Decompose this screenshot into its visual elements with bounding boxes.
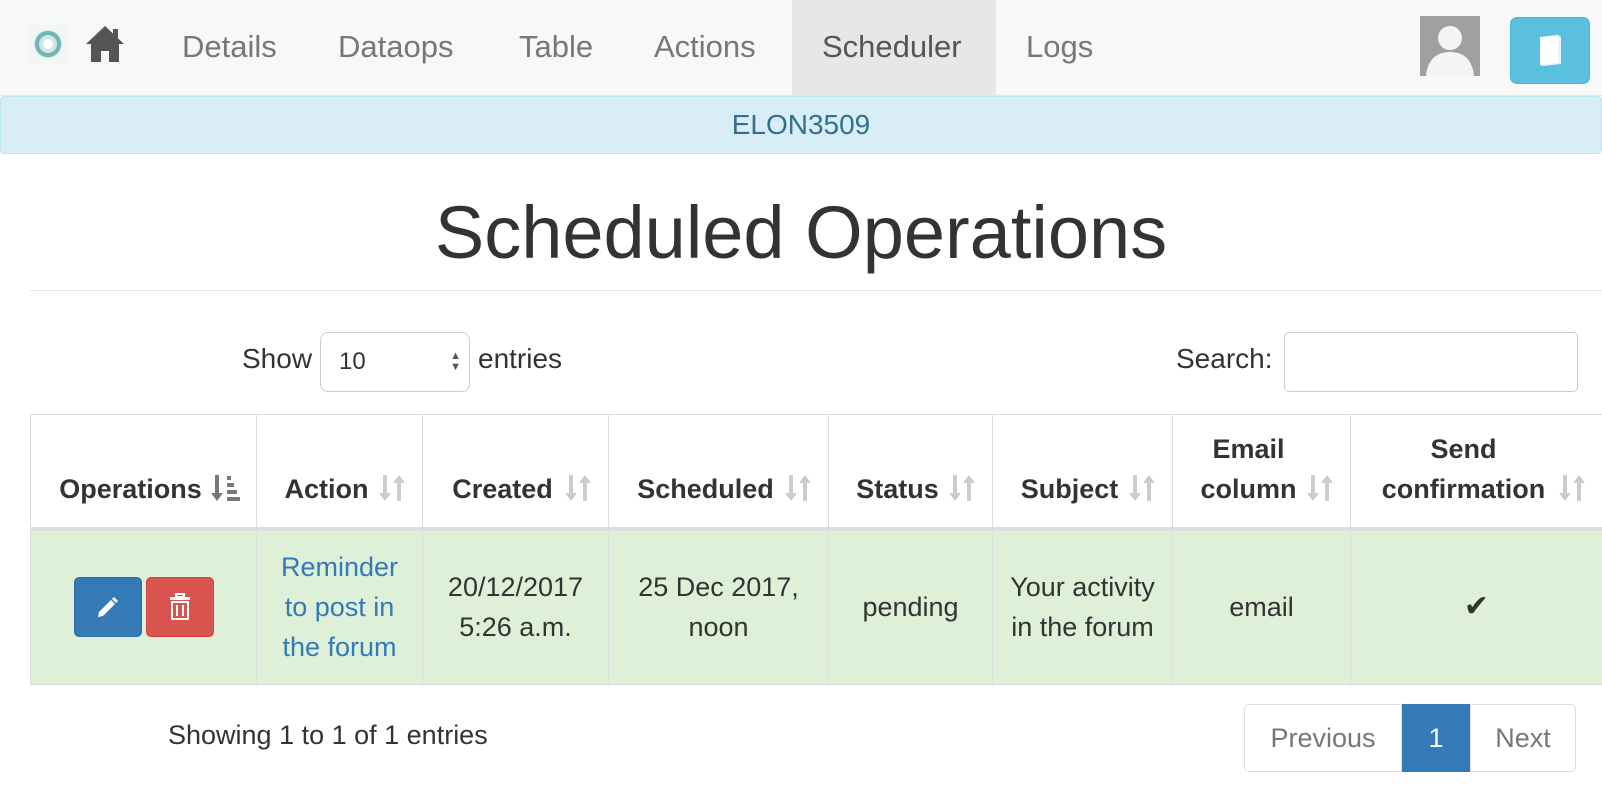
sort-both-icon	[785, 474, 811, 501]
page-length-select[interactable]: 10 ▲ ▼	[320, 332, 470, 392]
column-label: Created	[452, 473, 553, 504]
entries-label: entries	[478, 343, 563, 374]
column-header-operations[interactable]: Operations	[30, 414, 257, 531]
navbar: Details Dataops Table Actions Scheduler …	[0, 0, 1602, 96]
scheduled-operations-table: Operations Action Created Scheduled Stat…	[30, 414, 1602, 685]
action-cell: Reminder to post in the forum	[256, 528, 423, 685]
email-column-cell: email	[1172, 528, 1351, 685]
nav-logs[interactable]: Logs	[996, 0, 1123, 96]
book-button[interactable]	[1510, 17, 1590, 84]
table-row: Reminder to post in the forum 20/12/2017…	[30, 528, 1602, 685]
page-1-button[interactable]: 1	[1402, 704, 1470, 772]
column-header-status[interactable]: Status	[828, 414, 993, 531]
column-label: Send confirmation	[1381, 433, 1546, 504]
sort-asc-icon	[211, 474, 240, 501]
column-label: Operations	[59, 473, 202, 504]
logo-icon[interactable]	[28, 24, 68, 64]
nav-details[interactable]: Details	[152, 0, 307, 96]
send-confirmation-cell: ✔	[1350, 528, 1602, 685]
column-header-action[interactable]: Action	[256, 414, 423, 531]
action-link[interactable]: Reminder to post in the forum	[281, 552, 398, 662]
sort-both-icon	[1559, 474, 1585, 501]
status-cell: pending	[828, 528, 993, 685]
workflow-name-banner: ELON3509	[0, 96, 1602, 154]
delete-button[interactable]	[145, 577, 214, 638]
operations-cell	[30, 528, 257, 685]
pencil-icon	[97, 597, 118, 618]
column-label: Scheduled	[637, 473, 774, 504]
avatar[interactable]	[1420, 16, 1480, 76]
pagination: Previous 1 Next	[1244, 704, 1576, 772]
column-header-subject[interactable]: Subject	[992, 414, 1173, 531]
nav-table[interactable]: Table	[489, 0, 623, 96]
column-label: Email column	[1200, 433, 1297, 504]
sort-both-icon	[1129, 474, 1155, 501]
show-label: Show	[242, 343, 313, 374]
column-header-scheduled[interactable]: Scheduled	[608, 414, 829, 531]
nav-actions[interactable]: Actions	[624, 0, 786, 96]
next-page-button[interactable]: Next	[1470, 704, 1576, 772]
search-label: Search:	[1176, 343, 1273, 374]
select-arrows-icon: ▲ ▼	[450, 350, 461, 373]
home-icon[interactable]	[84, 24, 126, 64]
previous-page-button[interactable]: Previous	[1244, 704, 1402, 772]
column-header-send-confirmation[interactable]: Send confirmation	[1350, 414, 1602, 531]
column-label: Status	[856, 473, 939, 504]
page-length-value: 10	[339, 348, 366, 375]
created-cell: 20/12/2017 5:26 a.m.	[422, 528, 609, 685]
column-header-email-column[interactable]: Email column	[1172, 414, 1351, 531]
sort-both-icon	[565, 474, 591, 501]
column-label: Subject	[1020, 473, 1119, 504]
sort-both-icon	[949, 474, 975, 501]
column-label: Action	[284, 473, 369, 504]
page-title: Scheduled Operations	[434, 191, 1168, 274]
trash-icon	[169, 593, 190, 621]
column-header-created[interactable]: Created	[422, 414, 609, 531]
edit-button[interactable]	[73, 577, 142, 638]
check-icon: ✔	[1463, 590, 1490, 624]
nav-scheduler[interactable]: Scheduler	[792, 0, 996, 96]
divider	[30, 290, 1602, 291]
book-icon	[1540, 35, 1561, 66]
sort-both-icon	[379, 474, 405, 501]
search-input[interactable]	[1284, 332, 1578, 392]
scheduled-cell: 25 Dec 2017, noon	[608, 528, 829, 685]
table-info: Showing 1 to 1 of 1 entries	[168, 720, 488, 750]
sort-both-icon	[1307, 474, 1333, 501]
subject-cell: Your activity in the forum	[992, 528, 1173, 685]
nav-dataops[interactable]: Dataops	[308, 0, 483, 96]
